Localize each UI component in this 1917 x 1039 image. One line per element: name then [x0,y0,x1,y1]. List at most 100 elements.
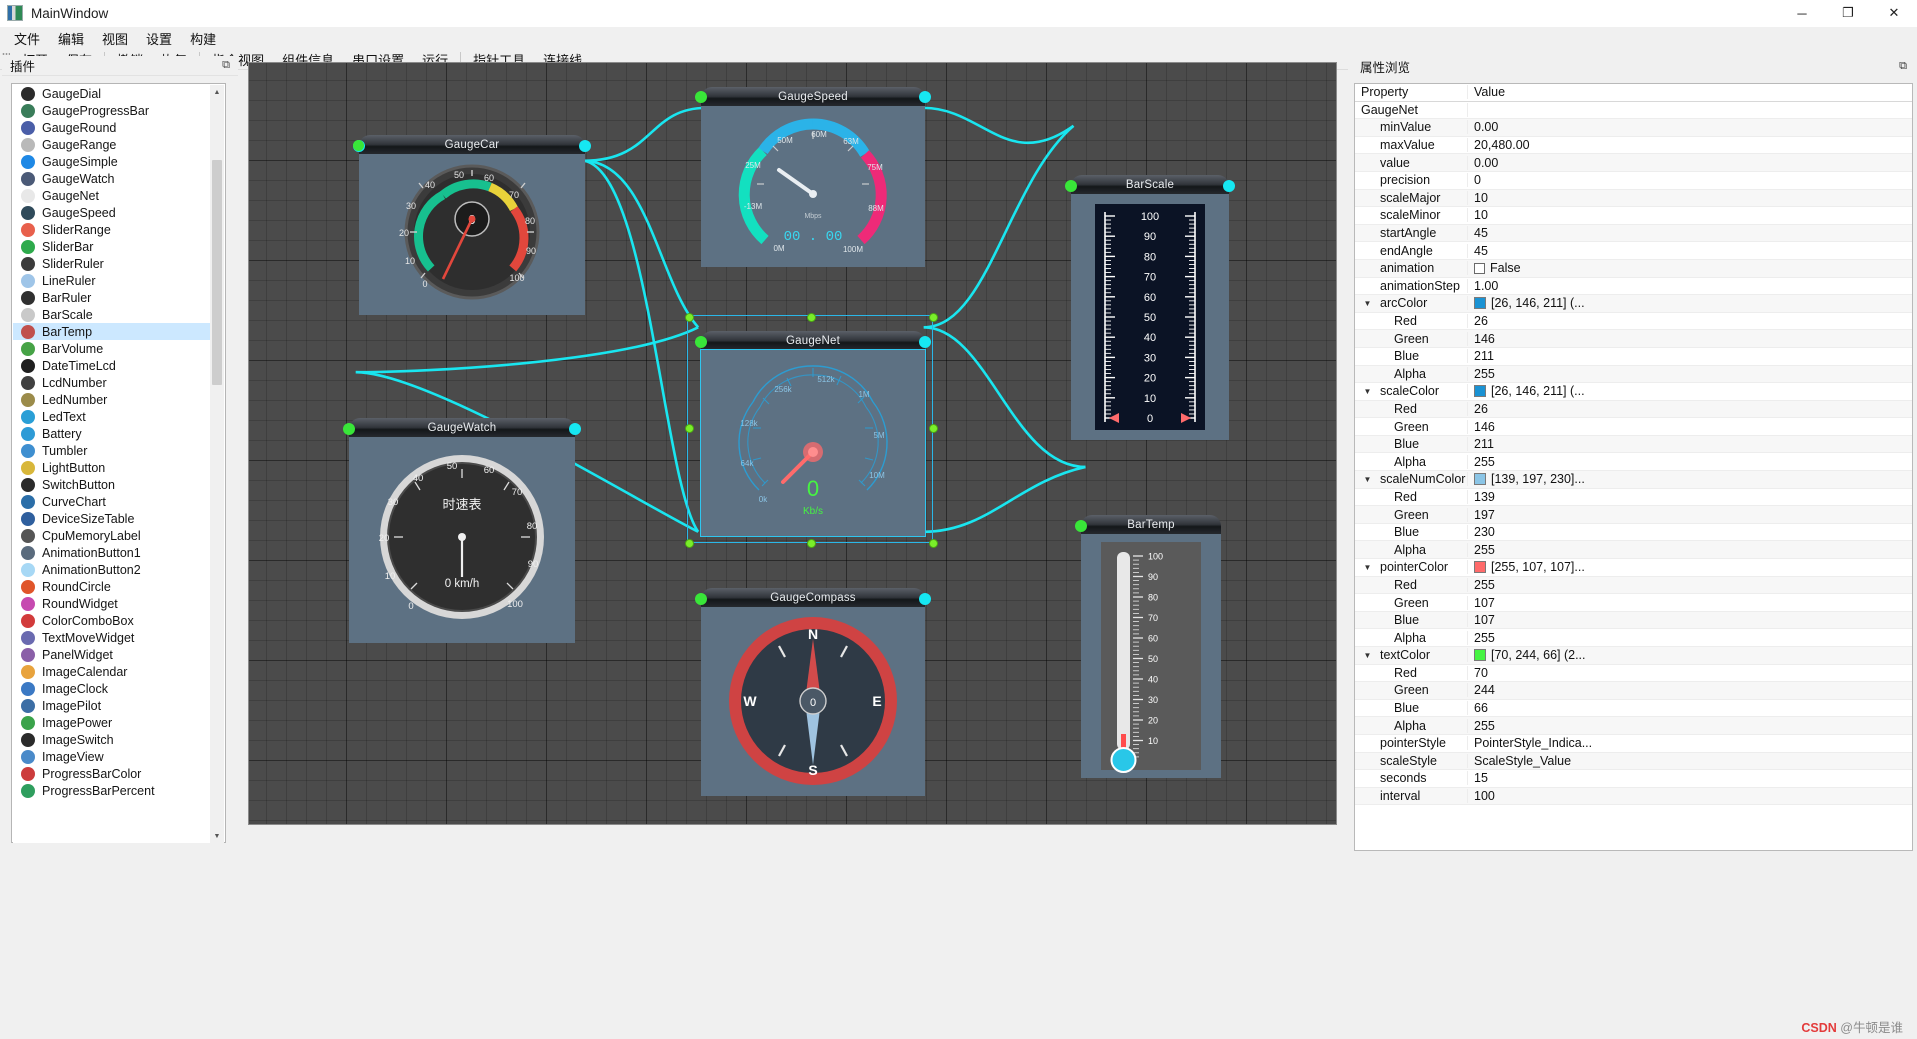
color-swatch[interactable] [1474,649,1486,662]
plugin-list[interactable]: GaugeDial GaugeProgressBar GaugeRound Gauge… [13,85,211,843]
minimize-button[interactable]: ─ [1779,0,1825,27]
resize-handle-ne[interactable] [929,313,938,322]
plugin-item-tumbler[interactable]: Tumbler [13,442,211,459]
port-in-gauge-speed[interactable] [695,91,707,103]
plugin-item-datetimelcd[interactable]: DateTimeLcd [13,357,211,374]
plugin-item-sliderbar[interactable]: SliderBar [13,238,211,255]
property-row-green[interactable]: Green 146 [1355,418,1912,436]
plugin-item-battery[interactable]: Battery [13,425,211,442]
property-row-scalestyle[interactable]: scaleStyle ScaleStyle_Value [1355,752,1912,771]
menu-item-4[interactable]: 构建 [181,27,225,50]
plugin-item-colorcombobox[interactable]: ColorComboBox [13,612,211,629]
property-row-alpha[interactable]: Alpha 255 [1355,717,1912,735]
property-row-animation[interactable]: animation False [1355,259,1912,278]
plugin-item-roundwidget[interactable]: RoundWidget [13,595,211,612]
property-row-minvalue[interactable]: minValue 0.00 [1355,119,1912,137]
property-group-row[interactable]: GaugeNet [1355,102,1912,120]
plugin-item-imageswitch[interactable]: ImageSwitch [13,731,211,748]
checkbox-animation[interactable] [1474,262,1485,274]
property-value[interactable]: 15 [1468,771,1912,785]
property-row-alpha[interactable]: Alpha 255 [1355,629,1912,647]
property-value[interactable]: 244 [1468,683,1912,697]
property-value[interactable]: 45 [1468,226,1912,240]
widget-gauge-net[interactable]: GaugeNet 0k 64k 128k 256k 512k 1M 5M 10M… [695,331,931,537]
plugin-item-panelwidget[interactable]: PanelWidget [13,646,211,663]
resize-handle-s[interactable] [807,539,816,548]
property-value[interactable]: [70, 244, 66] (2... [1468,648,1912,662]
plugin-item-imagepilot[interactable]: ImagePilot [13,697,211,714]
plugin-item-barscale[interactable]: BarScale [13,306,211,323]
close-button[interactable]: ✕ [1871,0,1917,27]
property-row-blue[interactable]: Blue 230 [1355,524,1912,542]
port-out-gauge-net[interactable] [919,336,931,348]
property-row-blue[interactable]: Blue 66 [1355,700,1912,718]
property-row-blue[interactable]: Blue 211 [1355,435,1912,454]
property-value[interactable]: 146 [1468,420,1912,434]
property-row-scalenumcolor[interactable]: ▼ scaleNumColor [139, 197, 230]... [1355,471,1912,489]
property-value[interactable]: 10 [1468,191,1912,205]
property-value[interactable]: 100 [1468,789,1912,803]
plugin-item-cpumemorylabel[interactable]: CpuMemoryLabel [13,527,211,544]
design-canvas[interactable]: GaugeCar 0 10 20 30 40 50 60 70 80 90 10… [248,62,1337,825]
chevron-down-icon[interactable]: ▼ [1361,651,1374,660]
resize-handle-nw[interactable] [685,313,694,322]
plugin-item-progressbarpercent[interactable]: ProgressBarPercent [13,782,211,799]
plugin-item-gaugewatch[interactable]: GaugeWatch [13,170,211,187]
property-value[interactable]: 107 [1468,613,1912,627]
property-value[interactable]: 255 [1468,367,1912,381]
port-in-gauge-net[interactable] [695,336,707,348]
property-row-blue[interactable]: Blue 107 [1355,611,1912,630]
property-row-interval[interactable]: interval 100 [1355,787,1912,806]
port-in-bar-temp[interactable] [1075,520,1087,532]
color-swatch[interactable] [1474,297,1486,310]
plugin-item-progressbarcolor[interactable]: ProgressBarColor [13,765,211,782]
plugin-item-gaugeprogressbar[interactable]: GaugeProgressBar [13,102,211,119]
menu-item-3[interactable]: 设置 [137,27,181,50]
property-row-red[interactable]: Red 70 [1355,665,1912,683]
property-row-green[interactable]: Green 107 [1355,594,1912,612]
property-value[interactable]: 70 [1468,666,1912,680]
property-row-green[interactable]: Green 146 [1355,330,1912,348]
plugin-item-lightbutton[interactable]: LightButton [13,459,211,476]
property-row-red[interactable]: Red 139 [1355,489,1912,507]
property-value[interactable]: 211 [1468,349,1912,363]
property-value[interactable]: [139, 197, 230]... [1468,472,1912,486]
property-value[interactable]: 10 [1468,208,1912,222]
widget-bar-scale[interactable]: BarScale 100 90 80 70 60 50 40 30 20 10 0 [1065,175,1235,440]
chevron-down-icon[interactable]: ▼ [1361,299,1374,308]
plugin-item-lednumber[interactable]: LedNumber [13,391,211,408]
property-row-startangle[interactable]: startAngle 45 [1355,224,1912,243]
property-value[interactable]: 20,480.00 [1468,138,1912,152]
menu-item-0[interactable]: 文件 [5,27,49,50]
property-value[interactable]: 26 [1468,314,1912,328]
property-row-precision[interactable]: precision 0 [1355,172,1912,190]
property-value[interactable]: ScaleStyle_Value [1468,754,1912,768]
menu-item-1[interactable]: 编辑 [49,27,93,50]
plugin-item-lineruler[interactable]: LineRuler [13,272,211,289]
plugin-list-scrollbar[interactable]: ▲ ▼ [210,85,224,843]
port-out-gauge-compass[interactable] [919,593,931,605]
plugin-item-animationbutton1[interactable]: AnimationButton1 [13,544,211,561]
resize-handle-se[interactable] [929,539,938,548]
property-row-pointerstyle[interactable]: pointerStyle PointerStyle_Indica... [1355,735,1912,753]
chevron-down-icon[interactable]: ▼ [1361,475,1374,484]
property-row-green[interactable]: Green 244 [1355,682,1912,700]
plugin-item-barvolume[interactable]: BarVolume [13,340,211,357]
plugin-item-gaugesimple[interactable]: GaugeSimple [13,153,211,170]
property-row-scalemajor[interactable]: scaleMajor 10 [1355,189,1912,208]
plugin-item-animationbutton2[interactable]: AnimationButton2 [13,561,211,578]
plugin-item-gaugespeed[interactable]: GaugeSpeed [13,204,211,221]
property-row-endangle[interactable]: endAngle 45 [1355,242,1912,260]
resize-handle-w[interactable] [685,424,694,433]
property-value[interactable]: 26 [1468,402,1912,416]
resize-handle-n[interactable] [807,313,816,322]
undock-icon-right[interactable]: ⧉ [1899,60,1907,73]
property-value[interactable]: 66 [1468,701,1912,715]
plugin-item-curvechart[interactable]: CurveChart [13,493,211,510]
property-row-arccolor[interactable]: ▼ arcColor [26, 146, 211] (... [1355,295,1912,313]
property-value[interactable]: False [1468,261,1912,275]
property-value[interactable]: 255 [1468,543,1912,557]
plugin-item-sliderruler[interactable]: SliderRuler [13,255,211,272]
plugin-item-devicesizetable[interactable]: DeviceSizeTable [13,510,211,527]
property-value[interactable]: 255 [1468,719,1912,733]
